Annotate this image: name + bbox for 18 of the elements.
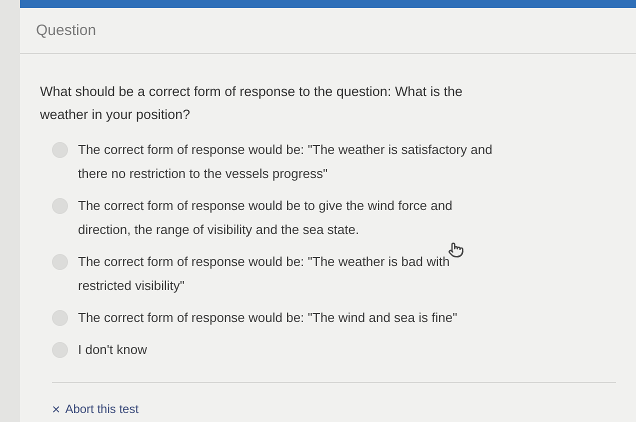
- close-icon: ×: [52, 398, 60, 420]
- radio-button[interactable]: [52, 254, 68, 270]
- radio-button[interactable]: [52, 198, 68, 214]
- hand-pointer-icon: [448, 242, 464, 258]
- option-text: The correct form of response would be: "The weather is bad with restricted visibility": [78, 252, 451, 295]
- option-text: I don't know: [78, 340, 147, 358]
- option-text: The correct form of response would be: "The wind and sea is fine": [78, 308, 458, 327]
- answer-option[interactable]: The correct form of response would be to give the wind force and direction, the range of visibility and the sea state.: [52, 196, 502, 242]
- answer-option[interactable]: The correct form of response would be: "The wind and sea is fine": [52, 308, 502, 330]
- radio-button[interactable]: [52, 142, 68, 158]
- answer-option[interactable]: I don't know: [52, 340, 502, 362]
- abort-test-link[interactable]: × Abort this test: [52, 398, 139, 420]
- radio-button[interactable]: [52, 342, 68, 358]
- question-text: What should be a correct form of response to the question: What is the weather in your position?: [40, 82, 464, 124]
- radio-button[interactable]: [52, 310, 68, 326]
- answer-option[interactable]: The correct form of response would be: "The weather is bad with restricted visibility": [52, 252, 502, 298]
- window-title: Question: [20, 8, 636, 54]
- option-text: The correct form of response would be to give the wind force and direction, the range of visibility and the sea state.: [78, 196, 454, 239]
